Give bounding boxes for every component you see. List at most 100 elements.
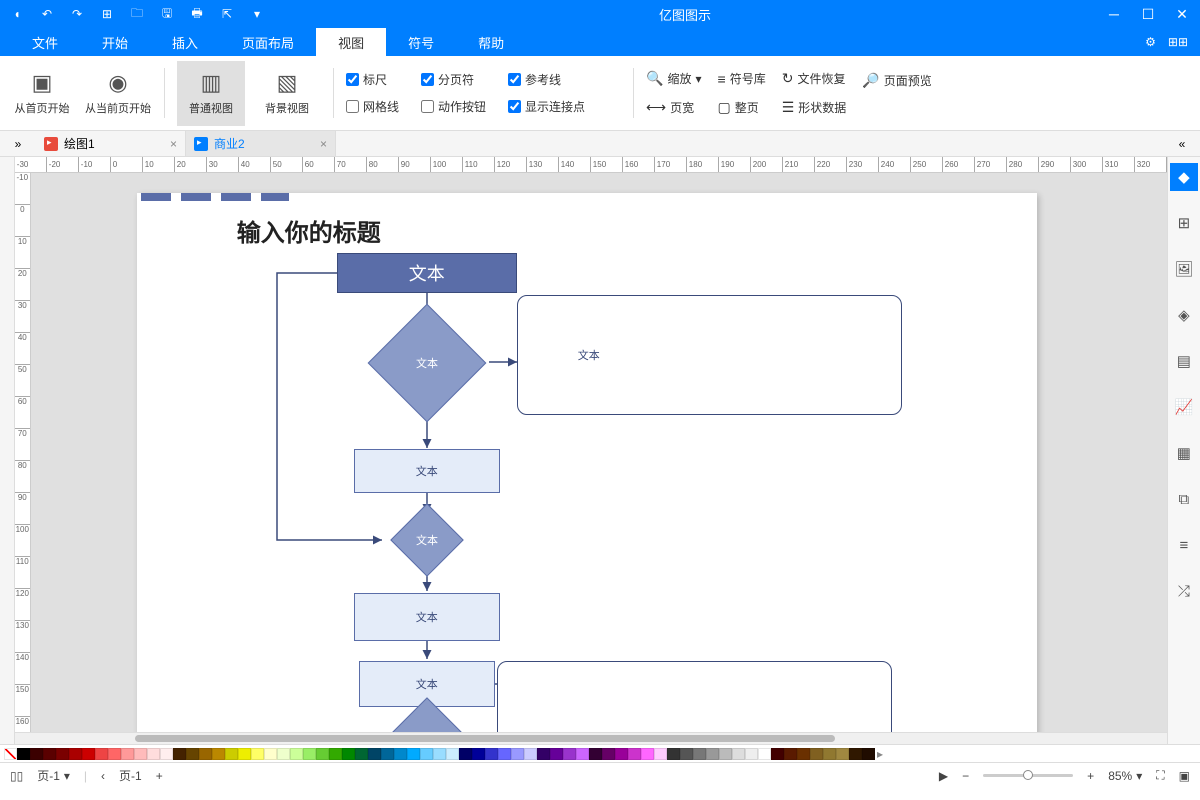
doc-tab-2[interactable]: 商业2× xyxy=(186,131,336,156)
undo-icon[interactable]: ↶ xyxy=(36,7,58,21)
chart-panel-icon[interactable]: 📈 xyxy=(1170,393,1198,421)
color-swatch[interactable] xyxy=(667,748,680,760)
redo-icon[interactable]: ↷ xyxy=(66,7,88,21)
close-icon[interactable]: ✕ xyxy=(1170,6,1194,23)
tabs-expand-left-icon[interactable]: » xyxy=(0,131,36,156)
color-swatch[interactable] xyxy=(95,748,108,760)
shape-data-button[interactable]: ☰形状数据 xyxy=(782,99,847,116)
color-swatch[interactable] xyxy=(433,748,446,760)
color-swatch[interactable] xyxy=(160,748,173,760)
color-swatch[interactable] xyxy=(173,748,186,760)
color-swatch[interactable] xyxy=(758,748,771,760)
color-swatch[interactable] xyxy=(238,748,251,760)
color-swatch[interactable] xyxy=(329,748,342,760)
layers-icon[interactable]: ◈ xyxy=(1170,301,1198,329)
color-swatch[interactable] xyxy=(862,748,875,760)
page-width-button[interactable]: ⟷页宽 xyxy=(646,99,701,116)
horizontal-scrollbar[interactable] xyxy=(15,732,1167,744)
color-swatch[interactable] xyxy=(849,748,862,760)
component-icon[interactable]: ⧉ xyxy=(1170,485,1198,513)
image-icon[interactable]: 🖼 xyxy=(1170,255,1198,283)
flow-process-1[interactable]: 文本 xyxy=(354,449,500,493)
color-swatch[interactable] xyxy=(108,748,121,760)
color-swatch[interactable] xyxy=(17,748,30,760)
restore-button[interactable]: ↻文件恢复 xyxy=(782,70,847,87)
color-swatch[interactable] xyxy=(316,748,329,760)
symbol-lib-button[interactable]: ≡符号库 xyxy=(718,70,766,87)
color-swatch[interactable] xyxy=(212,748,225,760)
color-swatch[interactable] xyxy=(550,748,563,760)
color-swatch[interactable] xyxy=(147,748,160,760)
prev-page-icon[interactable]: ‹ xyxy=(101,769,105,783)
zoom-value[interactable]: 85% ▾ xyxy=(1108,769,1142,783)
color-swatch[interactable] xyxy=(836,748,849,760)
color-swatch[interactable] xyxy=(797,748,810,760)
color-swatch[interactable] xyxy=(524,748,537,760)
color-swatch[interactable] xyxy=(69,748,82,760)
align-icon[interactable]: ≡ xyxy=(1170,531,1198,559)
fullscreen-icon[interactable]: ⛶ xyxy=(1156,768,1164,783)
color-swatch[interactable] xyxy=(485,748,498,760)
color-swatch[interactable] xyxy=(446,748,459,760)
menu-layout[interactable]: 页面布局 xyxy=(220,28,316,56)
zoom-out-icon[interactable]: − xyxy=(962,769,969,783)
color-swatch[interactable] xyxy=(303,748,316,760)
layout-mode-icon[interactable]: ▯▯ xyxy=(10,769,23,783)
color-swatch[interactable] xyxy=(199,748,212,760)
color-swatch[interactable] xyxy=(706,748,719,760)
page-preview-button[interactable]: 🔎页面预览 xyxy=(862,72,931,89)
color-swatch[interactable] xyxy=(459,748,472,760)
ruler-checkbox[interactable]: 标尺 xyxy=(346,71,399,88)
color-swatch[interactable] xyxy=(394,748,407,760)
doc-tab-1[interactable]: 绘图1× xyxy=(36,131,186,156)
flow-container-2[interactable] xyxy=(497,661,892,732)
menu-symbol[interactable]: 符号 xyxy=(386,28,456,56)
fill-icon[interactable]: ◆ xyxy=(1170,163,1198,191)
add-page-icon[interactable]: + xyxy=(156,769,163,783)
color-swatch[interactable] xyxy=(290,748,303,760)
color-swatch[interactable] xyxy=(589,748,602,760)
menu-help[interactable]: 帮助 xyxy=(456,28,526,56)
palette-more-icon[interactable]: ▸ xyxy=(877,747,883,761)
color-swatch[interactable] xyxy=(641,748,654,760)
connectpt-checkbox[interactable]: 显示连接点 xyxy=(508,98,585,115)
from-first-page-button[interactable]: ▣从首页开始 xyxy=(8,61,76,126)
color-swatch[interactable] xyxy=(680,748,693,760)
maximize-icon[interactable]: ☐ xyxy=(1136,6,1160,23)
page-icon[interactable]: ▤ xyxy=(1170,347,1198,375)
settings-icon[interactable]: ⚙ xyxy=(1145,35,1156,49)
no-fill-swatch[interactable] xyxy=(4,748,17,760)
page-title[interactable]: 输入你的标题 xyxy=(237,213,381,248)
color-swatch[interactable] xyxy=(43,748,56,760)
color-swatch[interactable] xyxy=(537,748,550,760)
color-swatch[interactable] xyxy=(342,748,355,760)
color-swatch[interactable] xyxy=(82,748,95,760)
canvas[interactable]: 输入你的标题 文本 文本 文本 xyxy=(31,173,1167,732)
color-swatch[interactable] xyxy=(121,748,134,760)
color-swatch[interactable] xyxy=(511,748,524,760)
zoom-in-icon[interactable]: + xyxy=(1087,769,1094,783)
grid-checkbox[interactable]: 网格线 xyxy=(346,98,399,115)
page-menu[interactable]: 页-1 ▾ xyxy=(37,767,70,784)
guides-checkbox[interactable]: 参考线 xyxy=(508,71,585,88)
color-swatch[interactable] xyxy=(615,748,628,760)
color-swatch[interactable] xyxy=(186,748,199,760)
export-icon[interactable]: ⇱ xyxy=(216,7,238,21)
full-page-button[interactable]: ▢整页 xyxy=(718,99,766,116)
qat-dropdown-icon[interactable]: ▾ xyxy=(246,7,268,21)
zoom-button[interactable]: 🔍缩放▾ xyxy=(646,70,701,87)
color-swatch[interactable] xyxy=(576,748,589,760)
apps-icon[interactable]: ⊞⊞ xyxy=(1168,35,1188,49)
menu-view[interactable]: 视图 xyxy=(316,28,386,56)
print-icon[interactable]: 🖶 xyxy=(186,4,208,25)
color-swatch[interactable] xyxy=(368,748,381,760)
zoom-slider[interactable] xyxy=(983,774,1073,777)
color-swatch[interactable] xyxy=(30,748,43,760)
color-swatch[interactable] xyxy=(654,748,667,760)
flow-decision-2[interactable]: 文本 xyxy=(390,503,464,577)
menu-file[interactable]: 文件 xyxy=(10,28,80,56)
pagebreak-checkbox[interactable]: 分页符 xyxy=(421,71,486,88)
color-swatch[interactable] xyxy=(498,748,511,760)
color-swatch[interactable] xyxy=(264,748,277,760)
from-current-page-button[interactable]: ◉从当前页开始 xyxy=(84,61,152,126)
